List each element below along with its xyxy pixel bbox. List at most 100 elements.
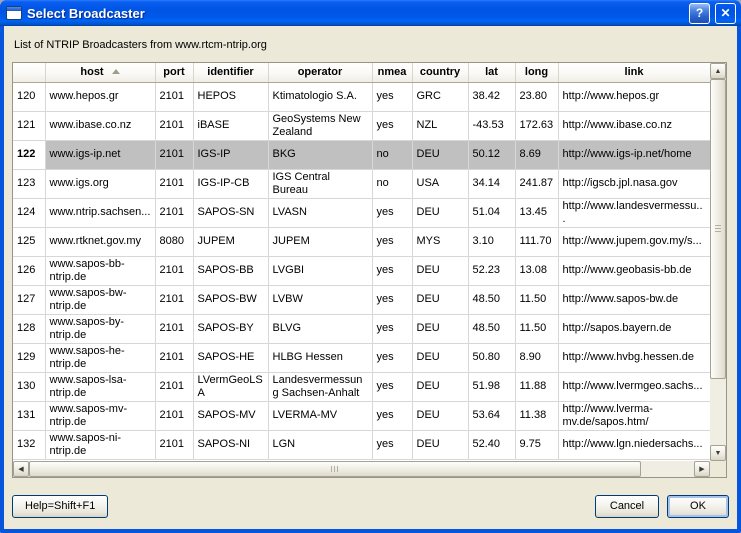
table-row[interactable]: 130www.sapos-lsa-ntrip.de2101LVermGeoLSA… (13, 372, 710, 401)
table-row[interactable]: 132www.sapos-ni-ntrip.de2101SAPOS-NILGNy… (13, 430, 710, 459)
column-header-long[interactable]: long (515, 63, 558, 82)
titlebar[interactable]: Select Broadcaster ? ✕ (0, 0, 741, 26)
cell-country[interactable]: MYS (412, 227, 468, 256)
cell-host[interactable]: www.ibase.co.nz (45, 111, 155, 140)
cell-operator[interactable]: LVBW (268, 285, 372, 314)
row-number-cell[interactable]: 122 (13, 140, 45, 169)
cell-operator[interactable]: JUPEM (268, 227, 372, 256)
cell-country[interactable]: DEU (412, 430, 468, 459)
cell-long[interactable]: 11.50 (515, 314, 558, 343)
cell-host[interactable]: www.sapos-he-ntrip.de (45, 343, 155, 372)
row-number-cell[interactable]: 132 (13, 430, 45, 459)
cell-long[interactable]: 23.80 (515, 82, 558, 111)
cell-host[interactable]: www.sapos-bw-ntrip.de (45, 285, 155, 314)
cell-link[interactable]: http://www.lvermgeo.sachs... (558, 372, 710, 401)
cell-identifier[interactable]: SAPOS-SN (193, 198, 268, 227)
cell-link[interactable]: http://igscb.jpl.nasa.gov (558, 169, 710, 198)
cell-host[interactable]: www.sapos-by-ntrip.de (45, 314, 155, 343)
row-number-cell[interactable]: 124 (13, 198, 45, 227)
cell-long[interactable]: 11.38 (515, 401, 558, 430)
cell-port[interactable]: 2101 (155, 401, 193, 430)
cell-country[interactable]: DEU (412, 140, 468, 169)
cell-country[interactable]: USA (412, 169, 468, 198)
column-header-link[interactable]: link (558, 63, 710, 82)
cell-nmea[interactable]: no (372, 140, 412, 169)
cell-long[interactable]: 13.08 (515, 256, 558, 285)
cell-link[interactable]: http://www.geobasis-bb.de (558, 256, 710, 285)
cell-link[interactable]: http://www.ibase.co.nz (558, 111, 710, 140)
cell-operator[interactable]: IGS Central Bureau (268, 169, 372, 198)
help-titlebar-button[interactable]: ? (689, 3, 710, 24)
cell-host[interactable]: www.sapos-ni-ntrip.de (45, 430, 155, 459)
scroll-left-button[interactable]: ◀ (13, 461, 29, 477)
cell-host[interactable]: www.igs-ip.net (45, 140, 155, 169)
cell-country[interactable]: DEU (412, 198, 468, 227)
cell-identifier[interactable]: JUPEM (193, 227, 268, 256)
cell-lat[interactable]: 34.14 (468, 169, 515, 198)
cell-identifier[interactable]: SAPOS-MV (193, 401, 268, 430)
cell-operator[interactable]: LVERMA-MV (268, 401, 372, 430)
cell-port[interactable]: 2101 (155, 82, 193, 111)
cell-country[interactable]: NZL (412, 111, 468, 140)
row-number-cell[interactable]: 126 (13, 256, 45, 285)
cell-nmea[interactable]: yes (372, 111, 412, 140)
cell-country[interactable]: DEU (412, 314, 468, 343)
vertical-scrollbar[interactable]: ▲ ▼ (710, 63, 726, 461)
table-row[interactable]: 131www.sapos-mv-ntrip.de2101SAPOS-MVLVER… (13, 401, 710, 430)
cell-port[interactable]: 2101 (155, 430, 193, 459)
cell-nmea[interactable]: yes (372, 256, 412, 285)
cell-port[interactable]: 2101 (155, 111, 193, 140)
row-number-cell[interactable]: 129 (13, 343, 45, 372)
cell-lat[interactable]: 52.23 (468, 256, 515, 285)
cell-lat[interactable]: 48.50 (468, 285, 515, 314)
row-number-cell[interactable]: 125 (13, 227, 45, 256)
cell-operator[interactable]: BKG (268, 140, 372, 169)
cell-nmea[interactable]: yes (372, 82, 412, 111)
cell-long[interactable]: 111.70 (515, 227, 558, 256)
cell-link[interactable]: http://sapos.bayern.de (558, 314, 710, 343)
table-row[interactable]: 129www.sapos-he-ntrip.de2101SAPOS-HEHLBG… (13, 343, 710, 372)
cancel-button[interactable]: Cancel (595, 495, 659, 518)
cell-port[interactable]: 2101 (155, 169, 193, 198)
cell-nmea[interactable]: yes (372, 314, 412, 343)
cell-long[interactable]: 11.50 (515, 285, 558, 314)
table-row[interactable]: 126www.sapos-bb-ntrip.de2101SAPOS-BBLVGB… (13, 256, 710, 285)
row-number-cell[interactable]: 121 (13, 111, 45, 140)
scroll-right-button[interactable]: ▶ (694, 461, 710, 477)
cell-operator[interactable]: LVGBI (268, 256, 372, 285)
cell-lat[interactable]: 38.42 (468, 82, 515, 111)
row-number-cell[interactable]: 120 (13, 82, 45, 111)
cell-operator[interactable]: GeoSystems New Zealand (268, 111, 372, 140)
table-row[interactable]: 125www.rtknet.gov.my8080JUPEMJUPEMyesMYS… (13, 227, 710, 256)
table-row[interactable]: 124www.ntrip.sachsen...2101SAPOS-SNLVASN… (13, 198, 710, 227)
cell-long[interactable]: 8.69 (515, 140, 558, 169)
cell-nmea[interactable]: yes (372, 198, 412, 227)
cell-host[interactable]: www.igs.org (45, 169, 155, 198)
cell-country[interactable]: DEU (412, 372, 468, 401)
cell-identifier[interactable]: SAPOS-NI (193, 430, 268, 459)
cell-nmea[interactable]: yes (372, 227, 412, 256)
horizontal-scrollbar-thumb[interactable] (29, 461, 641, 477)
row-number-cell[interactable]: 128 (13, 314, 45, 343)
cell-long[interactable]: 241.87 (515, 169, 558, 198)
scroll-down-button[interactable]: ▼ (710, 445, 726, 461)
table-row[interactable]: 122www.igs-ip.net2101IGS-IPBKGnoDEU50.12… (13, 140, 710, 169)
cell-identifier[interactable]: iBASE (193, 111, 268, 140)
cell-long[interactable]: 8.90 (515, 343, 558, 372)
cell-lat[interactable]: 3.10 (468, 227, 515, 256)
row-number-cell[interactable]: 127 (13, 285, 45, 314)
cell-nmea[interactable]: yes (372, 343, 412, 372)
cell-link[interactable]: http://www.landesvermessu... (558, 198, 710, 227)
cell-host[interactable]: www.ntrip.sachsen... (45, 198, 155, 227)
column-header-num[interactable] (13, 63, 45, 82)
close-button[interactable]: ✕ (715, 3, 736, 24)
cell-port[interactable]: 2101 (155, 256, 193, 285)
cell-operator[interactable]: BLVG (268, 314, 372, 343)
cell-lat[interactable]: 53.64 (468, 401, 515, 430)
row-number-cell[interactable]: 130 (13, 372, 45, 401)
cell-nmea[interactable]: yes (372, 372, 412, 401)
column-header-nmea[interactable]: nmea (372, 63, 412, 82)
cell-lat[interactable]: 48.50 (468, 314, 515, 343)
cell-country[interactable]: DEU (412, 401, 468, 430)
cell-host[interactable]: www.sapos-lsa-ntrip.de (45, 372, 155, 401)
